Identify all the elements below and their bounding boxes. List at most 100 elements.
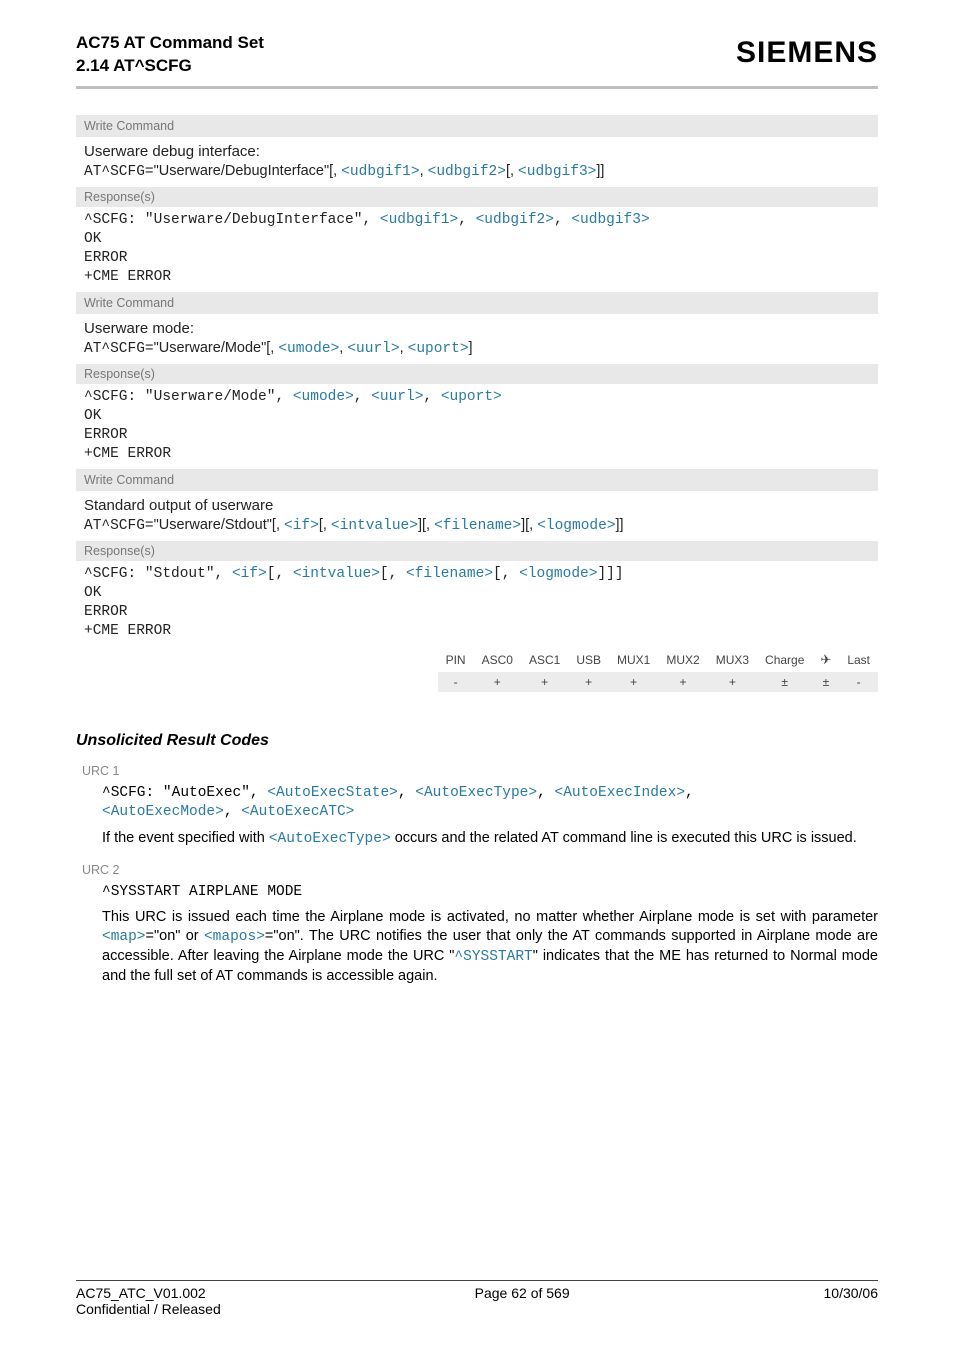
resp-literal: "Userware/Mode", [145,389,284,405]
header-left: AC75 AT Command Set 2.14 AT^SCFG [76,32,264,78]
write-command-block-2: Write Command Userware mode: AT^SCFG="Us… [76,292,878,469]
header-rule [76,86,878,89]
sep: , [423,389,440,405]
header: AC75 AT Command Set 2.14 AT^SCFG SIEMENS [76,32,878,78]
urc1-code: ^SCFG: "AutoExec", <AutoExecState>, <Aut… [102,784,878,823]
doc-section: 2.14 AT^SCFG [76,55,264,78]
param[interactable]: <uport> [441,389,502,405]
cell: - [438,672,474,692]
col-mux2: MUX2 [658,648,707,672]
urc1-description: If the event specified with <AutoExecTyp… [102,829,878,849]
doc-title: AC75 AT Command Set [76,32,264,55]
sep: , [398,785,415,801]
urc1-label: URC 1 [82,764,878,778]
table-header-row: PIN ASC0 ASC1 USB MUX1 MUX2 MUX3 Charge … [438,648,878,672]
sep: [, [493,566,519,582]
sep: , [215,566,232,582]
command-line: AT^SCFG="Userware/Mode"[, <umode>, <uurl… [76,339,878,365]
param[interactable]: <intvalue> [293,566,380,582]
block-subtitle: Standard output of userware [76,491,878,516]
brand-logo: SIEMENS [736,36,878,70]
response-label: Response(s) [76,364,878,384]
sep: , [420,163,428,179]
param[interactable]: <uurl> [347,341,399,357]
urc2-label: URC 2 [82,863,878,877]
param[interactable]: <map> [102,929,146,945]
col-asc1: ASC1 [521,648,568,672]
cell: + [658,672,707,692]
cmd-literal: "Userware/Mode"[ [154,340,271,356]
urc-heading: Unsolicited Result Codes [76,732,878,750]
param[interactable]: <AutoExecState> [267,785,398,801]
cmd-prefix: AT^SCFG= [84,518,154,534]
param[interactable]: ^SYSSTART [454,949,532,965]
param[interactable]: <AutoExecATC> [241,804,354,820]
response-label: Response(s) [76,187,878,207]
sep: ][, [418,517,434,533]
cmd-prefix: AT^SCFG= [84,341,154,357]
param[interactable]: <udbgif1> [380,212,458,228]
param[interactable]: <AutoExecType> [415,785,537,801]
cme-error-line: +CME ERROR [76,268,878,292]
support-matrix-table: PIN ASC0 ASC1 USB MUX1 MUX2 MUX3 Charge … [438,648,878,692]
cell: ± [757,672,812,692]
param[interactable]: <umode> [293,389,354,405]
param[interactable]: <AutoExecMode> [102,804,224,820]
sep: , [537,785,554,801]
response-label: Response(s) [76,541,878,561]
param[interactable]: <udbgif3> [518,164,596,180]
cmd-prefix: AT^SCFG= [84,164,154,180]
sep: , [554,212,571,228]
col-mux3: MUX3 [708,648,757,672]
response-line: ^SCFG: "Userware/Mode", <umode>, <uurl>,… [76,388,878,407]
sep: ]] [616,517,624,533]
ok-line: OK [76,584,878,603]
airplane-icon: ✈ [820,652,831,668]
sep: , [224,804,241,820]
param[interactable]: <AutoExecType> [269,831,391,847]
param[interactable]: <uurl> [371,389,423,405]
param[interactable]: <logmode> [519,566,597,582]
param[interactable]: <udbgif2> [428,164,506,180]
ok-line: OK [76,230,878,249]
sep: ] [469,340,473,356]
block-subtitle: Userware debug interface: [76,137,878,162]
param[interactable]: <uport> [408,341,469,357]
cell: + [609,672,658,692]
col-airplane: ✈ [812,648,839,672]
cell: - [839,672,878,692]
resp-literal: "Userware/DebugInterface", [145,212,371,228]
text: If the event specified with [102,830,269,846]
param[interactable]: <mapos> [204,929,265,945]
param[interactable]: <udbgif2> [476,212,554,228]
param[interactable]: <intvalue> [331,518,418,534]
error-line: ERROR [76,603,878,622]
param[interactable]: <logmode> [537,518,615,534]
param[interactable]: <if> [284,518,319,534]
sep: , [458,212,475,228]
footer: AC75_ATC_V01.002 Confidential / Released… [76,1280,878,1317]
write-command-block-1: Write Command Userware debug interface: … [76,115,878,292]
param[interactable]: <udbgif1> [341,164,419,180]
footer-left: AC75_ATC_V01.002 Confidential / Released [76,1285,221,1317]
resp-prefix: ^SCFG: [84,212,145,228]
footer-page: Page 62 of 569 [475,1285,570,1317]
param[interactable]: <umode> [278,341,339,357]
write-command-label: Write Command [76,115,878,137]
sep [284,389,293,405]
write-command-label: Write Command [76,292,878,314]
text: occurs and the related AT command line i… [391,830,857,846]
param[interactable]: <if> [232,566,267,582]
param[interactable]: <udbgif3> [571,212,649,228]
param[interactable]: <AutoExecIndex> [555,785,686,801]
param[interactable]: <filename> [406,566,493,582]
col-usb: USB [568,648,609,672]
doc-version: AC75_ATC_V01.002 [76,1285,221,1301]
cell: + [521,672,568,692]
sep: [, [319,517,331,533]
text: This URC is issued each time the Airplan… [102,909,878,925]
cme-error-line: +CME ERROR [76,445,878,469]
cell: + [568,672,609,692]
resp-prefix: ^SCFG: [84,389,145,405]
param[interactable]: <filename> [434,518,521,534]
